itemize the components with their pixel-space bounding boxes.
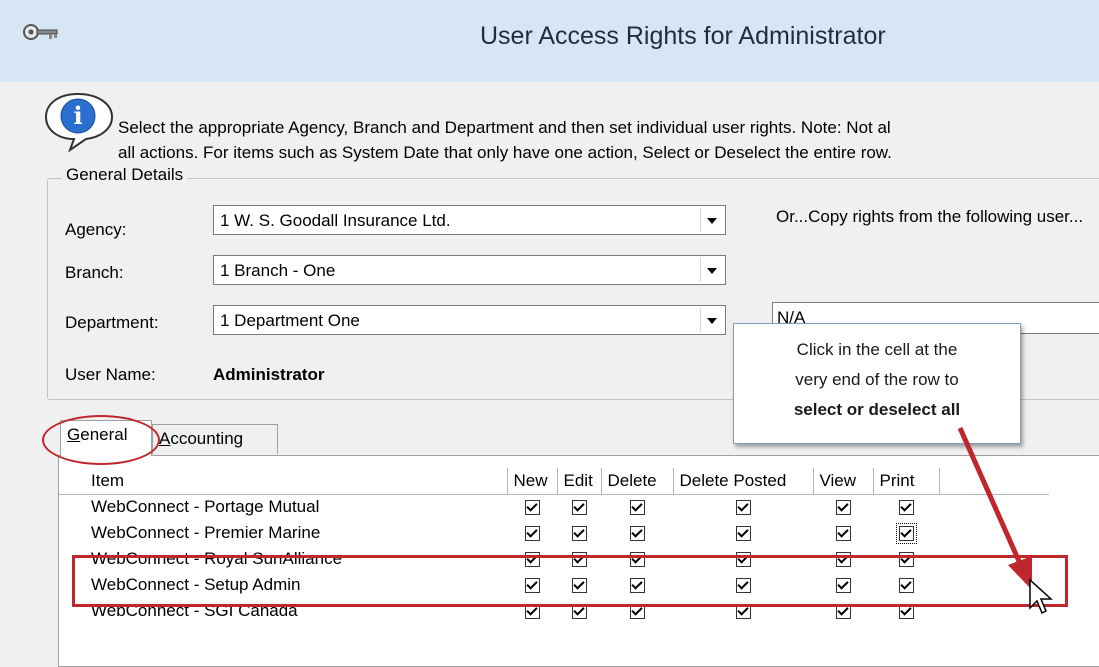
callout-arrow-icon: [957, 426, 1032, 590]
mouse-pointer-icon: [1029, 578, 1053, 615]
